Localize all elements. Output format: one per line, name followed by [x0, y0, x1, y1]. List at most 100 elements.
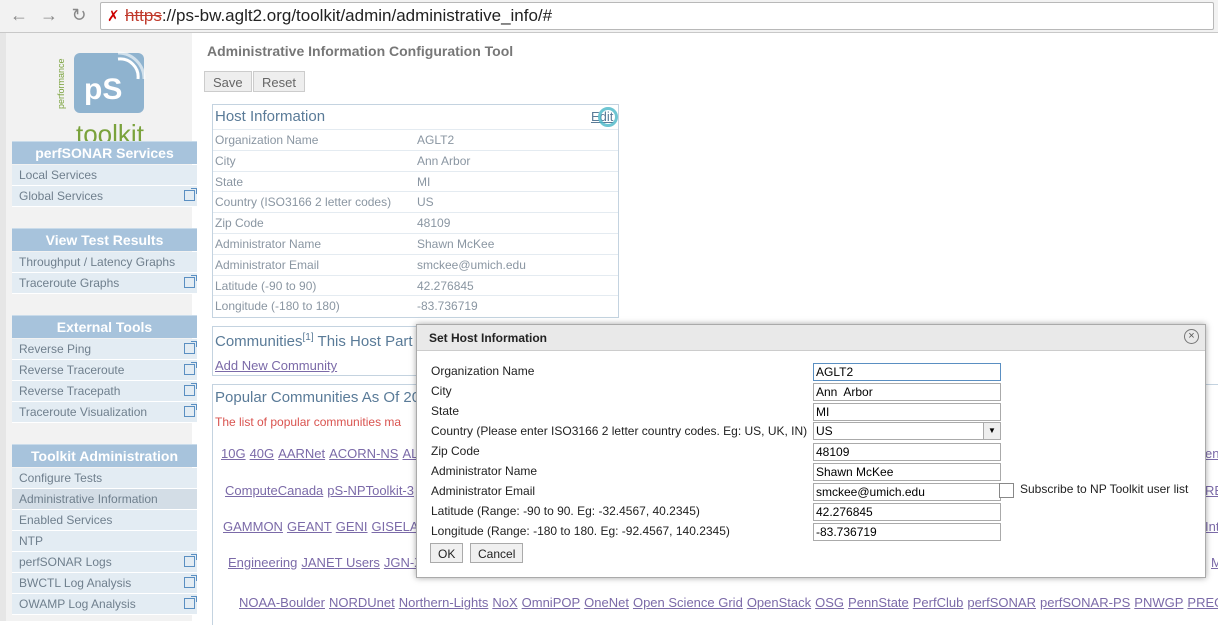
sidebar-item[interactable]: Traceroute Graphs: [12, 273, 197, 294]
sidebar-item[interactable]: Reverse Traceroute: [12, 360, 197, 381]
add-new-community-link[interactable]: Add New Community: [215, 358, 337, 373]
sidebar-item[interactable]: Reverse Ping: [12, 339, 197, 360]
community-tag-link[interactable]: OmniPOP: [522, 595, 581, 610]
sidebar-item[interactable]: Traceroute Visualization: [12, 402, 197, 423]
host-info-key: Latitude (-90 to 90): [215, 278, 317, 293]
latitude-input[interactable]: [813, 503, 1001, 521]
community-tag-link[interactable]: PREGINET: [1187, 595, 1218, 610]
sidebar-item-label: Reverse Ping: [19, 342, 92, 356]
sidebar-item[interactable]: BWCTL Log Analysis: [12, 573, 197, 594]
community-tag-link[interactable]: NORDUnet: [329, 595, 395, 610]
community-tag-link[interactable]: PerfClub: [913, 595, 964, 610]
admin-email-input[interactable]: [813, 483, 1001, 501]
zip-code-input[interactable]: [813, 443, 1001, 461]
sidebar-item-label: Administrative Information: [19, 492, 158, 506]
community-tag-link[interactable]: NoX: [492, 595, 517, 610]
popular-communities-title: Popular Communities As Of 20: [215, 389, 421, 406]
community-tag-link[interactable]: 10G: [221, 446, 246, 461]
community-tag-link[interactable]: OSG: [815, 595, 844, 610]
sidebar-item-label: Reverse Tracepath: [19, 384, 121, 398]
dialog-header: Set Host Information ×: [417, 325, 1205, 351]
save-button[interactable]: Save: [204, 71, 252, 92]
community-tag-row: Engineering JANET Users JGN-X: [228, 555, 427, 570]
host-info-row: Latitude (-90 to 90) 42.276845: [213, 274, 618, 296]
community-tag-link[interactable]: GEANT: [287, 519, 332, 534]
host-info-value: -83.736719: [417, 299, 478, 314]
host-info-value: 42.276845: [417, 278, 474, 293]
city-input[interactable]: [813, 383, 1001, 401]
sidebar-item[interactable]: Enabled Services: [12, 510, 197, 531]
community-tag-link[interactable]: Int: [1205, 519, 1218, 534]
popular-communities-note: The list of popular communities ma: [215, 415, 402, 429]
sidebar-section-title: Toolkit Administration: [12, 444, 197, 467]
address-bar[interactable]: ✗ https://ps-bw.aglt2.org/toolkit/admin/…: [100, 2, 1214, 30]
community-tag-link[interactable]: Northern-Lights: [399, 595, 489, 610]
communities-panel: Communities[1] This Host Part Add New Co…: [212, 326, 420, 376]
host-info-value: Ann Arbor: [417, 153, 471, 168]
ok-button[interactable]: OK: [430, 543, 464, 563]
host-info-row: Administrator Email smckee@umich.edu: [213, 253, 618, 275]
sidebar-item[interactable]: Configure Tests: [12, 468, 197, 489]
host-info-key: Organization Name: [215, 133, 319, 147]
sidebar-item[interactable]: Global Services: [12, 186, 197, 207]
community-tag-link[interactable]: ACORN-NS: [329, 446, 398, 461]
host-info-value: Shawn McKee: [417, 237, 495, 251]
community-tag-link[interactable]: ComputeCanada: [225, 483, 323, 498]
sidebar-item[interactable]: OWAMP Log Analysis: [12, 594, 197, 615]
community-tag-link[interactable]: M: [1211, 555, 1218, 570]
org-name-input[interactable]: [813, 363, 1001, 381]
community-tag-link[interactable]: GAMMON: [223, 519, 283, 534]
reload-icon[interactable]: ↻: [68, 4, 90, 26]
community-tag-link[interactable]: 40G: [250, 446, 275, 461]
country-select[interactable]: US ▼: [813, 422, 1001, 440]
community-tag-text: M: [1211, 555, 1218, 570]
sidebar-item[interactable]: perfSONAR Logs: [12, 552, 197, 573]
back-icon[interactable]: ←: [8, 4, 30, 26]
community-tag-link[interactable]: PennState: [848, 595, 909, 610]
admin-name-label: Administrator Name: [431, 464, 538, 478]
community-tag-link[interactable]: eni: [1205, 446, 1218, 461]
community-tag-row: 10G40GAARNetACORN-NSALIC: [221, 446, 435, 461]
sidebar-section-title: External Tools: [12, 315, 197, 338]
sidebar-item[interactable]: Reverse Tracepath: [12, 381, 197, 402]
community-tag-text: eni: [1205, 446, 1218, 461]
longitude-label: Longitude (Range: -180 to 180. Eg: -92.4…: [431, 524, 730, 538]
community-tag-link[interactable]: OpenStack: [747, 595, 811, 610]
community-tag-link[interactable]: RE: [1205, 483, 1218, 498]
sidebar-section-title: perfSONAR Services: [12, 141, 197, 164]
sidebar-item[interactable]: NTP: [12, 531, 197, 552]
longitude-input[interactable]: [813, 523, 1001, 541]
external-link-icon: [184, 341, 197, 354]
external-link-icon: [184, 554, 197, 567]
community-tag-link[interactable]: GENI: [336, 519, 368, 534]
host-information-title: Host Information: [215, 108, 326, 125]
community-tag-link[interactable]: AARNet: [278, 446, 325, 461]
subscribe-checkbox[interactable]: [999, 483, 1014, 498]
community-tag-link[interactable]: GISELA: [372, 519, 419, 534]
admin-name-input[interactable]: [813, 463, 1001, 481]
sidebar-item[interactable]: Local Services: [12, 165, 197, 186]
community-tag-link[interactable]: PNWGP: [1134, 595, 1183, 610]
community-tag-link[interactable]: OneNet: [584, 595, 629, 610]
org-name-label: Organization Name: [431, 364, 535, 378]
close-icon[interactable]: ×: [1184, 329, 1199, 344]
latitude-label: Latitude (Range: -90 to 90. Eg: -32.4567…: [431, 504, 700, 518]
sidebar-item[interactable]: Administrative Information: [12, 489, 197, 510]
reset-button[interactable]: Reset: [253, 71, 305, 92]
community-tag-link[interactable]: pS-NPToolkit-3: [327, 483, 414, 498]
sidebar-item[interactable]: Throughput / Latency Graphs: [12, 252, 197, 273]
state-input[interactable]: [813, 403, 1001, 421]
host-info-key: Longitude (-180 to 180): [215, 299, 340, 314]
host-info-row: State MI: [213, 170, 618, 192]
community-tag-link[interactable]: NOAA-Boulder: [239, 595, 325, 610]
community-tag-link[interactable]: perfSONAR: [967, 595, 1036, 610]
community-tag-link[interactable]: Open Science Grid: [633, 595, 743, 610]
community-tag-link[interactable]: Engineering: [228, 555, 297, 570]
forward-icon[interactable]: →: [38, 4, 60, 26]
external-link-icon: [184, 596, 197, 609]
cancel-button[interactable]: Cancel: [470, 543, 524, 563]
community-tag-link[interactable]: JANET Users: [301, 555, 380, 570]
external-link-icon: [184, 188, 197, 201]
community-tag-link[interactable]: perfSONAR-PS: [1040, 595, 1130, 610]
sidebar-item-label: Global Services: [19, 189, 104, 203]
